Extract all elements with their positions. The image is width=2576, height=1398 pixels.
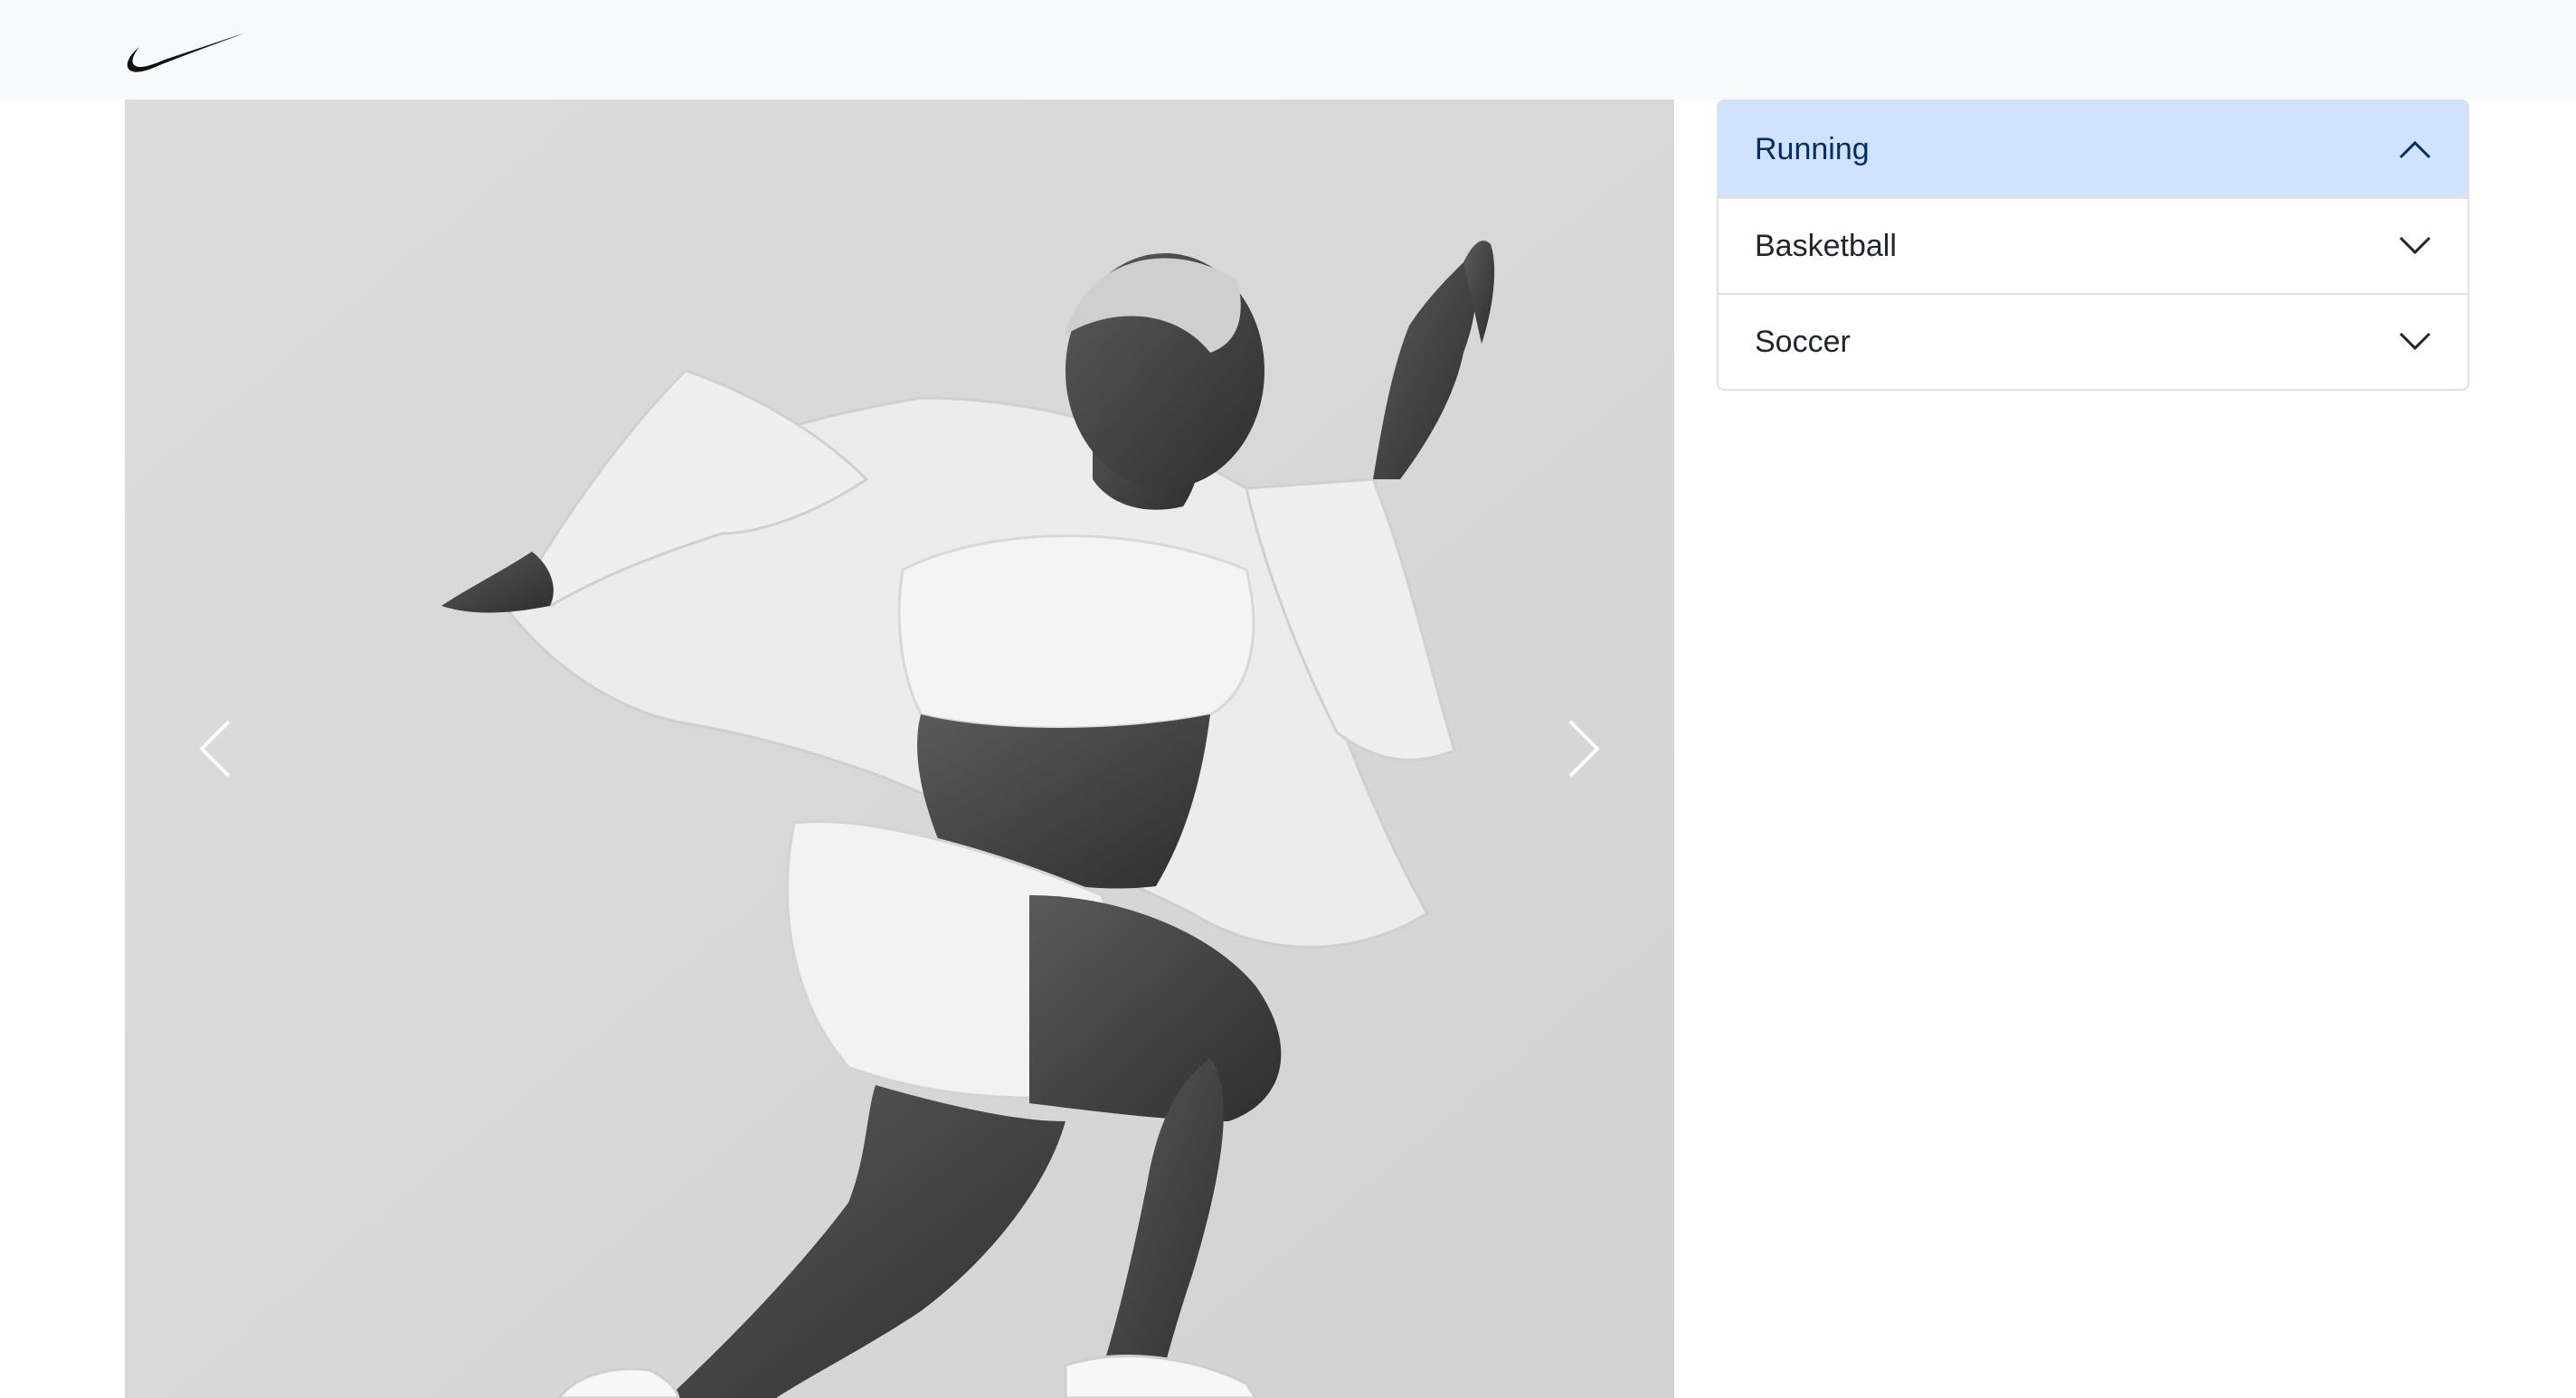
chevron-left-icon xyxy=(199,720,231,778)
top-navbar xyxy=(0,0,2576,99)
accordion-item-basketball[interactable]: Basketball xyxy=(1719,197,2467,293)
chevron-right-icon xyxy=(1568,720,1600,778)
accordion-item-label: Running xyxy=(1755,131,1870,166)
accordion-item-label: Basketball xyxy=(1755,228,1897,263)
nike-swoosh-icon[interactable] xyxy=(123,29,248,78)
accordion-item-label: Soccer xyxy=(1755,324,1851,359)
athlete-photo xyxy=(125,99,1674,1398)
carousel-prev-button[interactable] xyxy=(125,99,306,1398)
image-carousel xyxy=(125,99,1674,1398)
chevron-up-icon xyxy=(2399,140,2431,159)
carousel-next-button[interactable] xyxy=(1493,99,1674,1398)
sports-accordion: Running Basketball Soccer xyxy=(1717,99,2469,391)
chevron-down-icon xyxy=(2399,332,2431,351)
accordion-item-soccer[interactable]: Soccer xyxy=(1719,293,2467,389)
chevron-down-icon xyxy=(2399,236,2431,255)
accordion-item-running[interactable]: Running xyxy=(1719,101,2467,197)
